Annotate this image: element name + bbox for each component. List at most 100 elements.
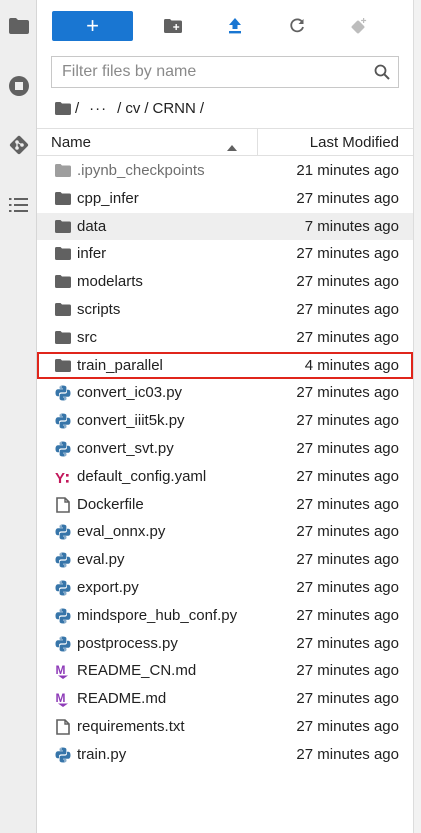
- breadcrumb-cv[interactable]: cv: [125, 100, 140, 117]
- markdown-file-icon: M: [55, 663, 71, 680]
- yaml-file-icon: Y: [55, 469, 71, 487]
- file-name: postprocess.py: [77, 634, 178, 652]
- file-row[interactable]: export.py 27 minutes ago: [37, 574, 413, 602]
- breadcrumb-crnn[interactable]: CRNN: [153, 100, 196, 117]
- file-row[interactable]: eval.py 27 minutes ago: [37, 546, 413, 574]
- svg-text:M: M: [56, 663, 66, 677]
- file-row[interactable]: M README_CN.md 27 minutes ago: [37, 657, 413, 685]
- breadcrumb-separator: /: [117, 99, 122, 117]
- file-modified: 27 minutes ago: [296, 634, 399, 652]
- column-divider[interactable]: [257, 129, 258, 155]
- new-launcher-button[interactable]: +: [52, 11, 133, 41]
- file-name: convert_ic03.py: [77, 384, 183, 402]
- file-name: default_config.yaml: [77, 467, 207, 485]
- file-name: mindspore_hub_conf.py: [77, 606, 238, 624]
- file-modified: 27 minutes ago: [296, 690, 399, 708]
- listing-header: Name Last Modified: [37, 128, 413, 156]
- file-modified: 27 minutes ago: [296, 189, 399, 207]
- file-row[interactable]: src 27 minutes ago: [37, 324, 413, 352]
- file-name: requirements.txt: [77, 717, 185, 735]
- file-browser-toolbar: +: [37, 11, 413, 43]
- file-row[interactable]: postprocess.py 27 minutes ago: [37, 630, 413, 658]
- file-listing: .ipynb_checkpoints 21 minutes ago cpp_infe…: [37, 157, 413, 769]
- file-name: convert_svt.py: [77, 439, 174, 457]
- file-name: eval.py: [77, 551, 125, 569]
- git-clone-icon[interactable]: [347, 11, 371, 41]
- folder-icon: [55, 164, 71, 180]
- file-modified: 7 minutes ago: [304, 217, 399, 235]
- git-icon[interactable]: [0, 125, 37, 165]
- file-row[interactable]: train.py 27 minutes ago: [37, 741, 413, 769]
- file-name: README_CN.md: [77, 662, 197, 680]
- panel-resize-handle[interactable]: [413, 0, 421, 833]
- file-name: cpp_infer: [77, 189, 139, 207]
- markdown-file-icon: M: [55, 691, 71, 708]
- name-column-header[interactable]: Name: [51, 134, 91, 151]
- file-row[interactable]: eval_onnx.py 27 minutes ago: [37, 518, 413, 546]
- file-modified: 27 minutes ago: [296, 245, 399, 263]
- svg-text:Y: Y: [55, 470, 65, 485]
- file-row[interactable]: data 7 minutes ago: [37, 212, 413, 241]
- file-row[interactable]: Dockerfile 27 minutes ago: [37, 491, 413, 519]
- python-file-icon: [55, 580, 71, 596]
- file-row[interactable]: scripts 27 minutes ago: [37, 296, 413, 324]
- python-file-icon: [55, 552, 71, 568]
- table-of-contents-icon[interactable]: [0, 185, 37, 225]
- python-file-icon: [55, 608, 71, 624]
- file-modified: 27 minutes ago: [296, 551, 399, 569]
- svg-text:M: M: [56, 691, 66, 705]
- file-modified: 27 minutes ago: [296, 495, 399, 513]
- file-name: src: [77, 328, 97, 346]
- folder-icon: [55, 275, 71, 291]
- file-row[interactable]: mindspore_hub_conf.py 27 minutes ago: [37, 602, 413, 630]
- file-browser-panel: + / ··· / cv / CRNN / Name: [37, 0, 413, 833]
- file-modified: 27 minutes ago: [296, 578, 399, 596]
- file-modified: 27 minutes ago: [296, 328, 399, 346]
- file-modified: 27 minutes ago: [296, 384, 399, 402]
- upload-icon[interactable]: [223, 11, 247, 41]
- file-name: scripts: [77, 300, 121, 318]
- search-icon: [374, 64, 390, 85]
- file-row[interactable]: Ydefault_config.yaml 27 minutes ago: [37, 463, 413, 491]
- sort-caret-up-icon[interactable]: [227, 138, 237, 155]
- breadcrumb: / ··· / cv / CRNN /: [55, 98, 208, 118]
- file-modified: 27 minutes ago: [296, 523, 399, 541]
- breadcrumb-separator: /: [144, 99, 149, 117]
- file-row[interactable]: requirements.txt 27 minutes ago: [37, 713, 413, 741]
- breadcrumb-separator: /: [75, 99, 80, 117]
- folder-icon: [55, 247, 71, 263]
- file-row[interactable]: M README.md 27 minutes ago: [37, 685, 413, 713]
- folder-icon: [55, 302, 71, 319]
- file-row[interactable]: convert_ic03.py 27 minutes ago: [37, 379, 413, 407]
- folder-icon[interactable]: [0, 6, 37, 46]
- file-icon: [56, 496, 72, 513]
- file-row[interactable]: infer 27 minutes ago: [37, 240, 413, 268]
- new-folder-icon[interactable]: [161, 11, 185, 41]
- last-modified-column-header[interactable]: Last Modified: [310, 134, 399, 151]
- file-modified: 27 minutes ago: [296, 745, 399, 763]
- file-row[interactable]: .ipynb_checkpoints 21 minutes ago: [37, 157, 413, 185]
- python-file-icon: [55, 441, 71, 457]
- breadcrumb-ellipsis[interactable]: ···: [89, 100, 107, 117]
- file-name: eval_onnx.py: [77, 523, 166, 541]
- breadcrumb-home-icon[interactable]: [55, 101, 71, 115]
- file-row[interactable]: convert_iiit5k.py 27 minutes ago: [37, 407, 413, 435]
- file-row[interactable]: train_parallel 4 minutes ago: [37, 351, 413, 380]
- python-file-icon: [55, 385, 71, 401]
- python-file-icon: [55, 413, 71, 429]
- file-row[interactable]: modelarts 27 minutes ago: [37, 268, 413, 296]
- folder-icon: [55, 358, 71, 375]
- filter-input[interactable]: [52, 57, 362, 87]
- file-modified: 27 minutes ago: [296, 439, 399, 457]
- file-name: train.py: [77, 745, 127, 763]
- file-modified: 21 minutes ago: [296, 162, 399, 179]
- file-row[interactable]: convert_svt.py 27 minutes ago: [37, 435, 413, 463]
- file-modified: 27 minutes ago: [296, 717, 399, 735]
- file-name: .ipynb_checkpoints: [77, 162, 205, 179]
- file-modified: 27 minutes ago: [296, 412, 399, 430]
- refresh-icon[interactable]: [285, 11, 309, 41]
- file-row[interactable]: cpp_infer 27 minutes ago: [37, 185, 413, 213]
- folder-icon: [55, 330, 71, 347]
- running-icon[interactable]: [0, 66, 37, 106]
- new-launcher-label: +: [86, 13, 99, 38]
